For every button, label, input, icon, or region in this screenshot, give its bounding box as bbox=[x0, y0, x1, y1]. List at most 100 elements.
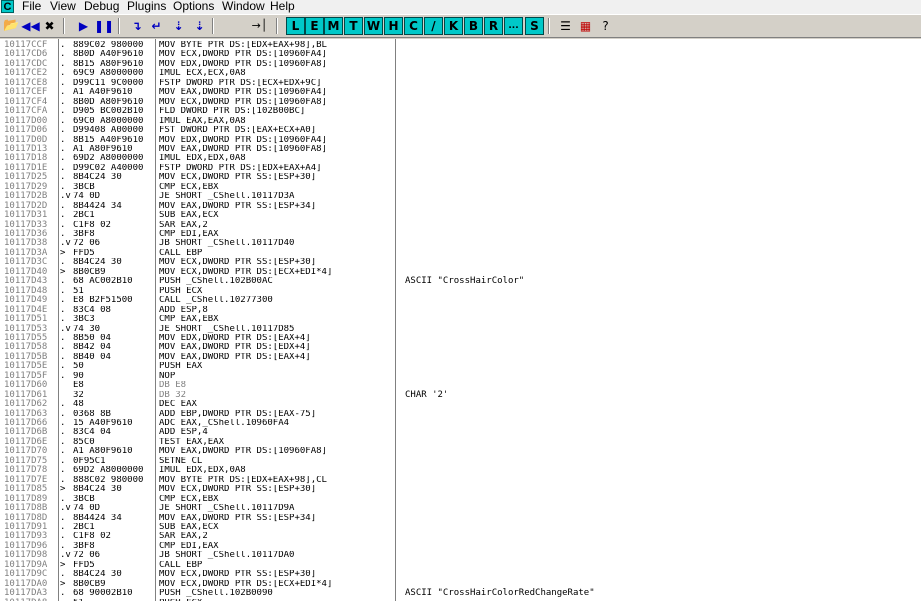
disasm-row[interactable]: 10117D6E. 85C0 TEST EAX,EAX bbox=[0, 437, 921, 447]
disasm-row[interactable]: 10117D70. A1 A80F9610 MOV EAX,DWORD PTR DS… bbox=[0, 447, 921, 456]
open-icon[interactable]: 📂 bbox=[2, 17, 21, 35]
window-memory-button[interactable]: M bbox=[324, 17, 343, 35]
window-callstack-button[interactable]: K bbox=[444, 17, 463, 35]
window-handles-button[interactable]: H bbox=[384, 17, 403, 35]
disasm-row[interactable]: 10117D58. 8B42 04 MOV EAX,DWORD PTR DS:[ED… bbox=[0, 343, 921, 352]
disasm-row[interactable]: 10117D0D. 8B15 A40F9610 MOV EDX,DWORD PTR … bbox=[0, 135, 921, 145]
disasm-row[interactable]: 10117D25. 8B4C24 30 MOV ECX,DWORD PTR SS:[… bbox=[0, 173, 921, 182]
disasm-row[interactable]: 10117D98 .v 72 06 JB SHORT _CShell.10117DA0 bbox=[0, 551, 921, 560]
disasm-row[interactable]: 10117D89. 3BCB CMP ECX,EBX bbox=[0, 494, 921, 504]
disassembly-pane[interactable]: 10117CCF. 889C02 980000 MOV BYTE PTR DS:[E… bbox=[0, 39, 921, 601]
window-threads-button[interactable]: T bbox=[344, 17, 363, 35]
menu-help[interactable]: Help bbox=[270, 0, 295, 13]
disasm-row[interactable]: 10117D55. 8B50 04 MOV EDX,DWORD PTR DS:[EA… bbox=[0, 333, 921, 343]
window-cpu-button[interactable]: C bbox=[404, 17, 423, 35]
disasm-row[interactable]: 10117D63. 0368 8B ADD EBP,DWORD PTR DS:[EA… bbox=[0, 409, 921, 419]
disassembly-cell: JE SHORT _CShell.10117D9A bbox=[159, 504, 295, 514]
disasm-row[interactable]: 10117CF4. 8B0D A80F9610 MOV ECX,DWORD PTR … bbox=[0, 97, 921, 107]
disasm-row[interactable]: 10117D6B. 83C4 04 ADD ESP,4 bbox=[0, 428, 921, 437]
window-patches-button[interactable]: / bbox=[424, 17, 443, 35]
disasm-row[interactable]: 10117D18. 69D2 A8000000 IMUL EDX,EDX,0A8 bbox=[0, 154, 921, 163]
disassembly-cell: CALL _CShell.10277300 bbox=[159, 296, 273, 306]
window-breakpoints-button[interactable]: B bbox=[464, 17, 483, 35]
disasm-row[interactable]: 10117D2D. 8B4424 34 MOV EAX,DWORD PTR SS:[… bbox=[0, 201, 921, 211]
window-modules-button[interactable]: E bbox=[305, 17, 324, 35]
window-windows-button[interactable]: W bbox=[364, 17, 383, 35]
help-icon[interactable]: ? bbox=[596, 17, 615, 35]
disasm-row[interactable]: 10117D93. C1F8 02 SAR EAX,2 bbox=[0, 532, 921, 541]
hex-dump-cell: 48 bbox=[73, 400, 84, 410]
run-icon[interactable]: ▶ bbox=[74, 17, 93, 35]
disasm-row[interactable]: 10117D2B .v 74 0D JE SHORT _CShell.10117D3A bbox=[0, 192, 921, 201]
trace-into-icon[interactable]: ⇣ bbox=[169, 17, 188, 35]
menu-view[interactable]: View bbox=[50, 0, 76, 13]
execute-till-return-icon[interactable]: →│ bbox=[250, 17, 269, 35]
disasm-row[interactable]: 10117D75. 0F95C1 SETNE CL bbox=[0, 456, 921, 466]
hex-dump-cell: 8B15 A40F9610 bbox=[73, 135, 144, 145]
disasm-row[interactable]: 10117D06. D99408 A00000 FST DWORD PTR DS:[… bbox=[0, 126, 921, 135]
disasm-row[interactable]: 10117D78. 69D2 A8000000 IMUL EDX,EDX,0A8 bbox=[0, 466, 921, 475]
disasm-row[interactable]: 10117D33. C1F8 02 SAR EAX,2 bbox=[0, 220, 921, 230]
menu-window[interactable]: Window bbox=[222, 0, 265, 13]
hex-dump-cell: D99C11 9C0000 bbox=[73, 78, 144, 88]
disasm-row[interactable]: 10117D8D. 8B4424 34 MOV EAX,DWORD PTR SS:[… bbox=[0, 513, 921, 523]
disassembly-cell: MOV ECX,DWORD PTR DS:[10960FA8] bbox=[159, 97, 327, 107]
menu-options[interactable]: Options bbox=[173, 0, 214, 13]
disasm-row[interactable]: 10117D60 E8 DB E8 bbox=[0, 381, 921, 390]
window-source-button[interactable]: S bbox=[525, 17, 544, 35]
disasm-row[interactable]: 10117CE2. 69C9 A8000000 IMUL ECX,ECX,0A8 bbox=[0, 69, 921, 78]
window-references-button[interactable]: R bbox=[484, 17, 503, 35]
disassembly-cell: MOV EAX,DWORD PTR DS:[10960FA8] bbox=[159, 447, 327, 457]
disasm-row[interactable]: 10117D31. 2BC1 SUB EAX,ECX bbox=[0, 211, 921, 220]
disasm-row[interactable]: 10117CE8. D99C11 9C0000 FSTP DWORD PTR DS:… bbox=[0, 78, 921, 88]
disasm-row[interactable]: 10117D8B .v 74 0D JE SHORT _CShell.10117D9A bbox=[0, 504, 921, 513]
disasm-row[interactable]: 10117D91. 2BC1 SUB EAX,ECX bbox=[0, 522, 921, 532]
restart-icon[interactable]: ◀◀ bbox=[21, 17, 40, 35]
disasm-row[interactable]: 10117D9C. 8B4C24 30 MOV ECX,DWORD PTR SS:[… bbox=[0, 570, 921, 579]
menu-plugins[interactable]: Plugins bbox=[127, 0, 166, 13]
disasm-row[interactable]: 10117D00. 69C0 A8000000 IMUL EAX,EAX,0A8 bbox=[0, 116, 921, 126]
disasm-row[interactable]: 10117CCF. 889C02 980000 MOV BYTE PTR DS:[E… bbox=[0, 41, 921, 50]
disasm-row[interactable]: 10117CEF. A1 A40F9610 MOV EAX,DWORD PTR DS… bbox=[0, 88, 921, 97]
disasm-row[interactable]: 10117D13. A1 A80F9610 MOV EAX,DWORD PTR DS… bbox=[0, 144, 921, 154]
disasm-row[interactable]: 10117D1E. D99C02 A40000 FSTP DWORD PTR DS:… bbox=[0, 163, 921, 173]
disasm-row[interactable]: 10117D5B. 8B40 04 MOV EAX,DWORD PTR DS:[EA… bbox=[0, 352, 921, 362]
disasm-row[interactable]: 10117D62. 48 DEC EAX bbox=[0, 400, 921, 409]
disasm-row[interactable]: 10117D66. 15 A40F9610 ADC EAX,_CShell.1096… bbox=[0, 419, 921, 428]
disasm-row[interactable]: 10117D43. 68 AC002B10 PUSH _CShell.102B00A… bbox=[0, 277, 921, 286]
step-into-icon[interactable]: ↴ bbox=[127, 17, 146, 35]
window-log-button[interactable]: L bbox=[286, 17, 305, 35]
disasm-row[interactable]: 10117D3A > FFD5 CALL EBP bbox=[0, 248, 921, 258]
step-over-icon[interactable]: ↵ bbox=[147, 17, 166, 35]
disasm-row[interactable]: 10117D96. 3BF8 CMP EDI,EAX bbox=[0, 541, 921, 551]
app-icon[interactable]: C bbox=[1, 0, 14, 13]
disasm-row[interactable]: 10117D9A > FFD5 CALL EBP bbox=[0, 560, 921, 570]
disasm-row[interactable]: 10117D85 >8B4C24 30 MOV ECX,DWORD PTR SS:[… bbox=[0, 485, 921, 494]
disasm-row[interactable]: 10117D5F. 90 NOP bbox=[0, 371, 921, 381]
disasm-row[interactable]: 10117D7E. 888C02 980000 MOV BYTE PTR DS:[E… bbox=[0, 475, 921, 485]
close-icon[interactable]: ✖ bbox=[40, 17, 59, 35]
menu-file[interactable]: File bbox=[22, 0, 41, 13]
menu-debug[interactable]: Debug bbox=[84, 0, 119, 13]
disasm-row[interactable]: 10117D51. 3BC3 CMP EAX,EBX bbox=[0, 315, 921, 324]
disassembly-cell: CMP EDI,EAX bbox=[159, 541, 219, 551]
disasm-row[interactable]: 10117D5E. 50 PUSH EAX bbox=[0, 362, 921, 371]
window-runtrace-button[interactable]: ... bbox=[504, 17, 523, 35]
list-icon[interactable]: ☰ bbox=[556, 17, 575, 35]
pause-icon[interactable]: ❚❚ bbox=[94, 17, 114, 35]
disasm-row[interactable]: 10117D4E. 83C4 08 ADD ESP,8 bbox=[0, 305, 921, 315]
disasm-row[interactable]: 10117D36. 3BF8 CMP EDI,EAX bbox=[0, 230, 921, 239]
disasm-row[interactable]: 10117D49. E8 B2F51500 CALL _CShell.1027730… bbox=[0, 296, 921, 305]
disasm-row[interactable]: 10117D48. 51 PUSH ECX bbox=[0, 286, 921, 296]
disasm-row[interactable]: 10117CFA. D905 BC002B10 FLD DWORD PTR DS:[… bbox=[0, 107, 921, 116]
disasm-row[interactable]: 10117D53 .v 74 30 JE SHORT _CShell.10117D85 bbox=[0, 324, 921, 334]
grid-icon[interactable]: ▦ bbox=[576, 17, 595, 35]
disasm-row[interactable]: 10117CDC. 8B15 A80F9610 MOV EDX,DWORD PTR … bbox=[0, 59, 921, 69]
disasm-row[interactable]: 10117D29. 3BCB CMP ECX,EBX bbox=[0, 182, 921, 192]
disasm-row[interactable]: 10117DA3. 68 90002B10 PUSH _CShell.102B009… bbox=[0, 589, 921, 598]
disasm-row[interactable]: 10117D38 .v 72 06 JB SHORT _CShell.10117D40 bbox=[0, 239, 921, 248]
disasm-row[interactable]: 10117CD6. 8B0D A40F9610 MOV ECX,DWORD PTR … bbox=[0, 50, 921, 59]
disasm-row[interactable]: 10117D61 32 DB 32 CHAR '2' bbox=[0, 390, 921, 400]
disasm-row[interactable]: 10117D3C. 8B4C24 30 MOV ECX,DWORD PTR SS:[… bbox=[0, 258, 921, 267]
trace-over-icon[interactable]: ⇣ bbox=[190, 17, 209, 35]
